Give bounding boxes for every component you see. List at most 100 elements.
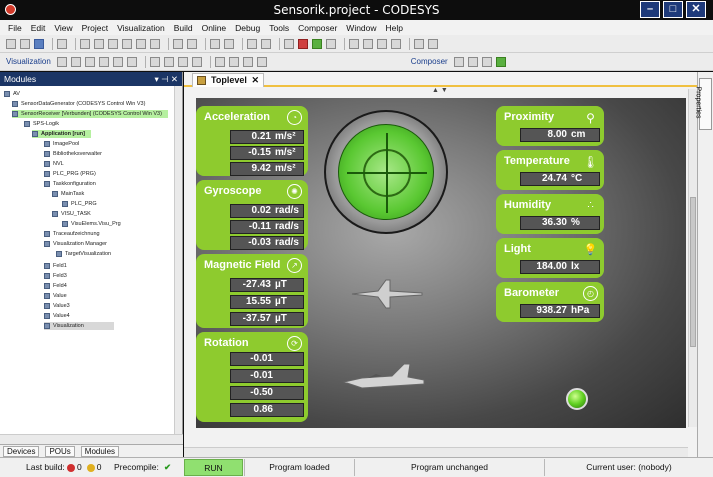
start-icon[interactable] xyxy=(312,38,322,49)
menu-visualization[interactable]: Visualization xyxy=(117,23,165,33)
tree-item[interactable]: Traceaufzeichnung xyxy=(44,230,100,238)
write-values-icon[interactable] xyxy=(428,38,438,49)
tree-item[interactable]: Taskkonfiguration xyxy=(44,180,96,188)
menu-tools[interactable]: Tools xyxy=(269,23,289,33)
tree-item[interactable]: Bibliotheksverwalter xyxy=(44,150,102,158)
menu-view[interactable]: View xyxy=(54,23,72,33)
menu-online[interactable]: Online xyxy=(202,23,227,33)
step-out-icon[interactable] xyxy=(377,38,387,49)
undo-icon[interactable] xyxy=(80,38,90,49)
composer-generate-icon[interactable] xyxy=(481,56,492,67)
tree-item[interactable]: NVL xyxy=(44,160,64,168)
same-size-icon[interactable] xyxy=(177,56,188,67)
composer-settings-icon[interactable] xyxy=(467,56,478,67)
proximity-title: Proximity xyxy=(504,111,555,123)
tree-item[interactable]: SensorReceiver [Verbunden] (CODESYS Cont… xyxy=(12,110,168,118)
group-icon[interactable] xyxy=(214,56,225,67)
device-icon[interactable] xyxy=(224,38,234,49)
tab-pous[interactable]: POUs xyxy=(45,445,75,457)
editor-vertical-scrollbar[interactable] xyxy=(688,89,697,427)
stop-icon[interactable] xyxy=(326,38,336,49)
build-icon[interactable] xyxy=(210,38,220,49)
find-icon[interactable] xyxy=(173,38,183,49)
open-project-icon[interactable] xyxy=(20,38,30,49)
align-top-icon[interactable] xyxy=(98,56,109,67)
replace-icon[interactable] xyxy=(187,38,197,49)
tree-item[interactable]: VisuElems.Visu_Prg xyxy=(62,220,121,228)
tree-item[interactable]: AV xyxy=(4,90,20,98)
menu-file[interactable]: File xyxy=(8,23,22,33)
tree-item[interactable]: SensorDataGenerator (CODESYS Control Win… xyxy=(12,100,145,108)
tree-item[interactable]: Visualization Manager xyxy=(44,240,107,248)
same-height-icon[interactable] xyxy=(163,56,174,67)
tree-item[interactable]: Feld3 xyxy=(44,272,67,280)
align-right-icon[interactable] xyxy=(84,56,95,67)
tab-properties[interactable]: Properties xyxy=(694,78,712,130)
modules-vertical-scrollbar[interactable] xyxy=(174,86,182,434)
minimize-button[interactable]: – xyxy=(640,1,660,18)
logout-icon[interactable] xyxy=(298,38,308,49)
tab-toplevel[interactable]: Toplevel ✕ xyxy=(192,73,264,87)
modules-horizontal-scrollbar[interactable] xyxy=(0,434,183,444)
menu-build[interactable]: Build xyxy=(174,23,193,33)
composer-tool-icon[interactable] xyxy=(453,56,464,67)
close-button[interactable]: ✕ xyxy=(686,1,706,18)
tree-item[interactable]: Value4 xyxy=(44,312,70,320)
redo-icon[interactable] xyxy=(94,38,104,49)
program-icon xyxy=(44,171,50,177)
tree-item[interactable]: Feld4 xyxy=(44,282,67,290)
menu-debug[interactable]: Debug xyxy=(235,23,260,33)
distribute-icon[interactable] xyxy=(191,56,202,67)
tree-item[interactable]: Application [run] xyxy=(32,130,91,138)
step-into-icon[interactable] xyxy=(363,38,373,49)
tree-item[interactable]: Feld1 xyxy=(44,262,67,270)
ungroup-icon[interactable] xyxy=(228,56,239,67)
tree-item[interactable]: ImagePool xyxy=(44,140,79,148)
new-project-icon[interactable] xyxy=(6,38,16,49)
paste-icon[interactable] xyxy=(136,38,146,49)
tree-item[interactable]: PLC_PRG xyxy=(62,200,97,208)
panel-pin-icon[interactable]: ▾ ⊣ ✕ xyxy=(154,74,178,84)
tree-item[interactable]: TargetVisualization xyxy=(56,250,111,258)
cut-icon[interactable] xyxy=(108,38,118,49)
align-middle-icon[interactable] xyxy=(112,56,123,67)
tree-item[interactable]: PLC_PRG (PRG) xyxy=(44,170,96,178)
scroll-arrows-icon[interactable]: ▲ ▼ xyxy=(432,87,448,94)
tree-item[interactable]: Visualization xyxy=(44,322,114,330)
tree-item[interactable]: SPS-Logik xyxy=(24,120,59,128)
breakpoint-icon[interactable] xyxy=(391,38,401,49)
print-icon[interactable] xyxy=(57,38,67,49)
bring-front-icon[interactable] xyxy=(242,56,253,67)
status-led[interactable] xyxy=(566,388,588,410)
tree-item[interactable]: Value xyxy=(44,292,67,300)
send-back-icon[interactable] xyxy=(256,56,267,67)
menu-edit[interactable]: Edit xyxy=(31,23,46,33)
object-icon[interactable] xyxy=(247,38,257,49)
build-errors[interactable]: 00 xyxy=(62,462,101,472)
save-icon[interactable] xyxy=(34,38,44,49)
tab-modules[interactable]: Modules xyxy=(80,445,120,457)
maximize-button[interactable]: □ xyxy=(663,1,683,18)
library-icon[interactable] xyxy=(261,38,271,49)
close-tab-icon[interactable]: ✕ xyxy=(251,75,259,86)
composer-run-icon[interactable] xyxy=(495,56,506,67)
tab-devices[interactable]: Devices xyxy=(3,445,40,457)
copy-icon[interactable] xyxy=(122,38,132,49)
tree-item[interactable]: MainTask xyxy=(52,190,84,198)
menu-project[interactable]: Project xyxy=(82,23,108,33)
scrollbar-thumb[interactable] xyxy=(690,197,696,347)
step-over-icon[interactable] xyxy=(349,38,359,49)
tree-item[interactable]: Value3 xyxy=(44,302,70,310)
delete-icon[interactable] xyxy=(150,38,160,49)
menu-help[interactable]: Help xyxy=(386,23,403,33)
menu-composer[interactable]: Composer xyxy=(298,23,337,33)
align-left-icon[interactable] xyxy=(56,56,67,67)
menu-window[interactable]: Window xyxy=(346,23,376,33)
tree-item[interactable]: VISU_TASK xyxy=(52,210,91,218)
align-center-icon[interactable] xyxy=(70,56,81,67)
align-bottom-icon[interactable] xyxy=(126,56,137,67)
editor-horizontal-scrollbar[interactable] xyxy=(184,447,688,457)
force-values-icon[interactable] xyxy=(414,38,424,49)
same-width-icon[interactable] xyxy=(149,56,160,67)
login-icon[interactable] xyxy=(284,38,294,49)
